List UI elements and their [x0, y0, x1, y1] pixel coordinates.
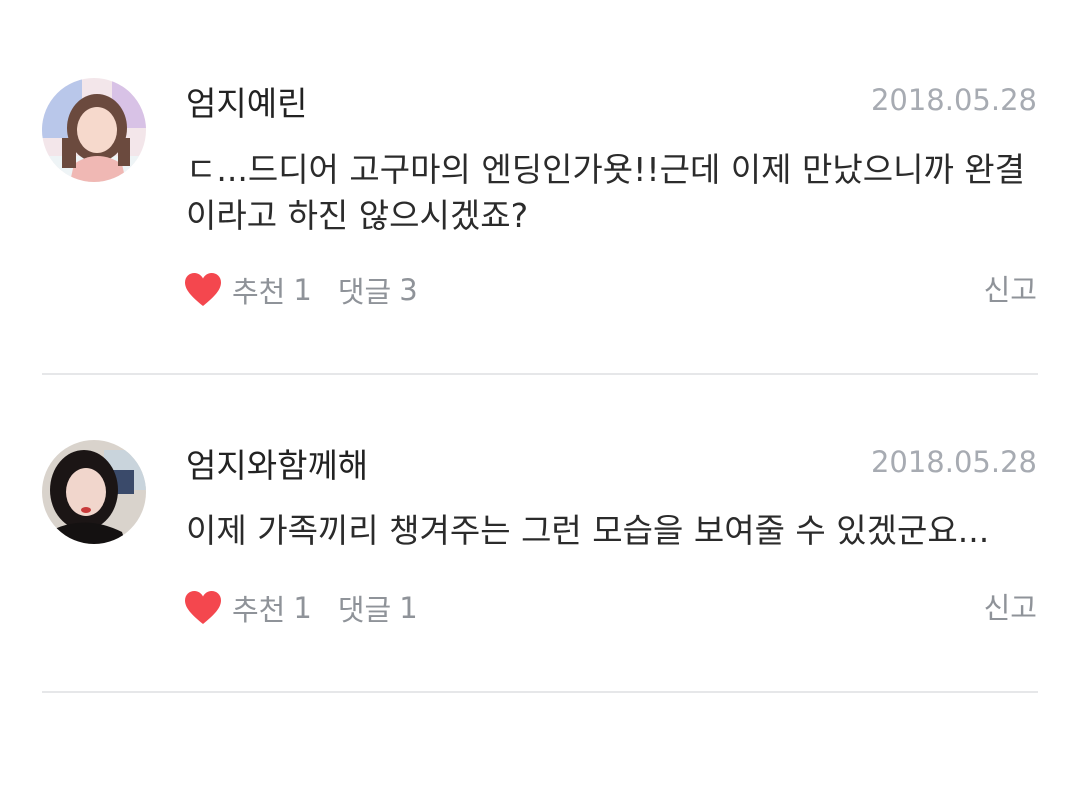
comment-body: 이제 가족끼리 챙겨주는 그런 모습을 보여줄 수 있겠군요... — [186, 511, 990, 550]
like-count: 1 — [293, 273, 312, 307]
comment-actions: 추천 1 댓글 1 — [184, 588, 418, 628]
reply-count[interactable]: 1 — [399, 591, 417, 625]
heart-icon[interactable] — [184, 590, 222, 626]
comment-date: 2018.05.28 — [870, 83, 1037, 117]
avatar[interactable] — [42, 78, 146, 182]
report-button[interactable]: 신고 — [984, 588, 1037, 628]
comment-actions: 추천 1 댓글 3 — [184, 270, 418, 310]
heart-icon[interactable] — [184, 272, 222, 308]
reply-label[interactable]: 댓글 — [338, 587, 391, 629]
reply-count[interactable]: 3 — [399, 273, 417, 307]
username[interactable]: 엄지예린 — [186, 84, 307, 124]
report-button[interactable]: 신고 — [984, 270, 1037, 310]
divider — [42, 691, 1038, 693]
like-count: 1 — [293, 591, 312, 625]
username[interactable]: 엄지와함께해 — [186, 446, 368, 486]
like-label[interactable]: 추천 — [232, 587, 285, 629]
divider — [42, 373, 1038, 375]
reply-label[interactable]: 댓글 — [338, 269, 391, 311]
avatar[interactable] — [42, 440, 146, 544]
like-label[interactable]: 추천 — [232, 269, 285, 311]
comment-body: ㄷ...드디어 고구마의 엔딩인가욧!!근데 이제 만났으니까 완결이라고 하진… — [186, 150, 1026, 235]
comment-date: 2018.05.28 — [870, 445, 1037, 479]
